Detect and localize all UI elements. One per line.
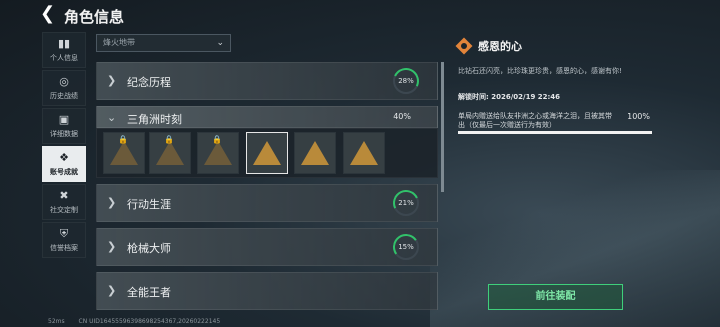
document-icon: ▣	[58, 113, 70, 126]
badge-emblem-icon: 🔒	[156, 135, 184, 165]
chevron-down-icon: ⌄	[216, 38, 224, 48]
uid-readout: CN UID16455596398698254367,20260222145	[78, 318, 221, 325]
chevron-right-icon: ❯	[107, 196, 117, 209]
dropdown-value: 烽火地带	[103, 38, 135, 47]
sidebar-item-label: 账号成就	[50, 168, 78, 176]
badge-item[interactable]: 🔒	[197, 132, 239, 174]
back-arrow-icon[interactable]: ❮	[40, 5, 56, 23]
target-icon: ◎	[59, 75, 69, 88]
category-row-weapon-master[interactable]: ❯ 枪械大师 15%	[96, 228, 438, 266]
sidebar-item-label: 详细数据	[50, 130, 78, 138]
task-percent: 100%	[627, 112, 650, 121]
badge-emblem-icon	[350, 141, 378, 165]
progress-arc	[390, 231, 422, 263]
sidebar-item-achievements[interactable]: ❖ 账号成就	[42, 146, 86, 182]
category-name: 三角洲时刻	[127, 113, 182, 126]
sidebar-item-label: 信誉档案	[50, 244, 78, 252]
category-name: 行动生涯	[127, 198, 171, 211]
category-row-all-round[interactable]: ❯ 全能王者	[96, 272, 438, 310]
badge-strip: 🔒 🔒 🔒	[96, 128, 438, 178]
sidebar-item-history[interactable]: ◎ 历史战绩	[42, 70, 86, 106]
top-bar: ❮ 角色信息	[0, 0, 720, 30]
task-progress-bar	[458, 131, 652, 134]
progress-ring: 15%	[390, 231, 422, 263]
category-name: 全能王者	[127, 286, 171, 299]
progress-arc	[389, 186, 423, 220]
category-name: 枪械大师	[127, 242, 171, 255]
go-equip-button[interactable]: 前往装配	[488, 284, 623, 310]
achievement-description: 比钻石还闪亮，比珍珠更珍贵，感恩的心，感谢有你!	[458, 67, 622, 75]
badge-item[interactable]: 🔒	[103, 132, 145, 174]
sidebar-item-label: 历史战绩	[50, 92, 78, 100]
category-row-memorial[interactable]: ❯ 纪念历程 28%	[96, 62, 438, 100]
chevron-down-icon: ⌄	[107, 111, 117, 124]
sidebar-item-details[interactable]: ▣ 详细数据	[42, 108, 86, 144]
chevron-right-icon: ❯	[107, 240, 117, 253]
page-title: 角色信息	[64, 8, 125, 26]
category-name: 纪念历程	[127, 76, 171, 89]
tools-icon: ✖	[59, 189, 69, 202]
mode-filter-dropdown[interactable]: 烽火地带 ⌄	[96, 34, 231, 52]
badge-emblem-icon: 🔒	[204, 135, 232, 165]
medal-icon: ❖	[59, 151, 69, 164]
achievement-icon	[455, 37, 473, 55]
shield-icon: ⛨	[59, 227, 69, 240]
status-footer: 52ms CN UID16455596398698254367,20260222…	[48, 318, 232, 325]
sidebar-item-social[interactable]: ✖ 社交定制	[42, 184, 86, 220]
chevron-right-icon: ❯	[107, 74, 117, 87]
sidebar-item-label: 社交定制	[50, 206, 78, 214]
task-progress-fill	[458, 131, 652, 134]
badge-emblem-icon	[301, 141, 329, 165]
lock-icon: 🔒	[118, 135, 128, 144]
task-description: 单局内赠送给队友非洲之心或海洋之泪，且被其带出（仅最后一次赠送行为有效）	[458, 112, 618, 130]
task-text: 单局内赠送给队友非洲之心或海洋之泪，且被其带出（仅最后一次赠送行为有效）	[458, 112, 612, 129]
bar-chart-icon: ▮▮	[57, 37, 71, 50]
unlock-time: 解锁时间: 2026/02/19 22:46	[458, 93, 561, 101]
sidebar-item-reputation[interactable]: ⛨ 信誉档案	[42, 222, 86, 258]
badge-emblem-icon	[253, 141, 281, 165]
badge-emblem-icon: 🔒	[110, 135, 138, 165]
badge-item[interactable]	[294, 132, 336, 174]
sidebar: ▮▮ 个人信息 ◎ 历史战绩 ▣ 详细数据 ❖ 账号成就 ✖ 社交定制 ⛨ 信誉…	[42, 32, 86, 260]
achievement-category-list: ❯ 纪念历程 28% ⌄ 三角洲时刻 40% 🔒 🔒 🔒 ❯ 行动生涯 21% …	[96, 62, 438, 327]
ping-readout: 52ms	[48, 318, 65, 325]
lock-icon: 🔒	[212, 135, 222, 144]
lock-icon: 🔒	[164, 135, 174, 144]
badge-item[interactable]: 🔒	[149, 132, 191, 174]
achievement-title: 感恩的心	[478, 40, 522, 53]
category-row-career[interactable]: ❯ 行动生涯 21%	[96, 184, 438, 222]
badge-item[interactable]	[343, 132, 385, 174]
sidebar-item-label: 个人信息	[50, 54, 78, 62]
progress-ring: 21%	[389, 186, 423, 220]
progress-arc	[389, 64, 423, 98]
chevron-right-icon: ❯	[107, 284, 117, 297]
sidebar-item-profile[interactable]: ▮▮ 个人信息	[42, 32, 86, 68]
list-scrollbar[interactable]	[441, 62, 444, 192]
badge-item-selected[interactable]	[246, 132, 288, 174]
category-row-delta-moments[interactable]: ⌄ 三角洲时刻 40%	[96, 106, 438, 128]
progress-percent: 40%	[393, 112, 411, 121]
progress-ring: 28%	[389, 64, 423, 98]
